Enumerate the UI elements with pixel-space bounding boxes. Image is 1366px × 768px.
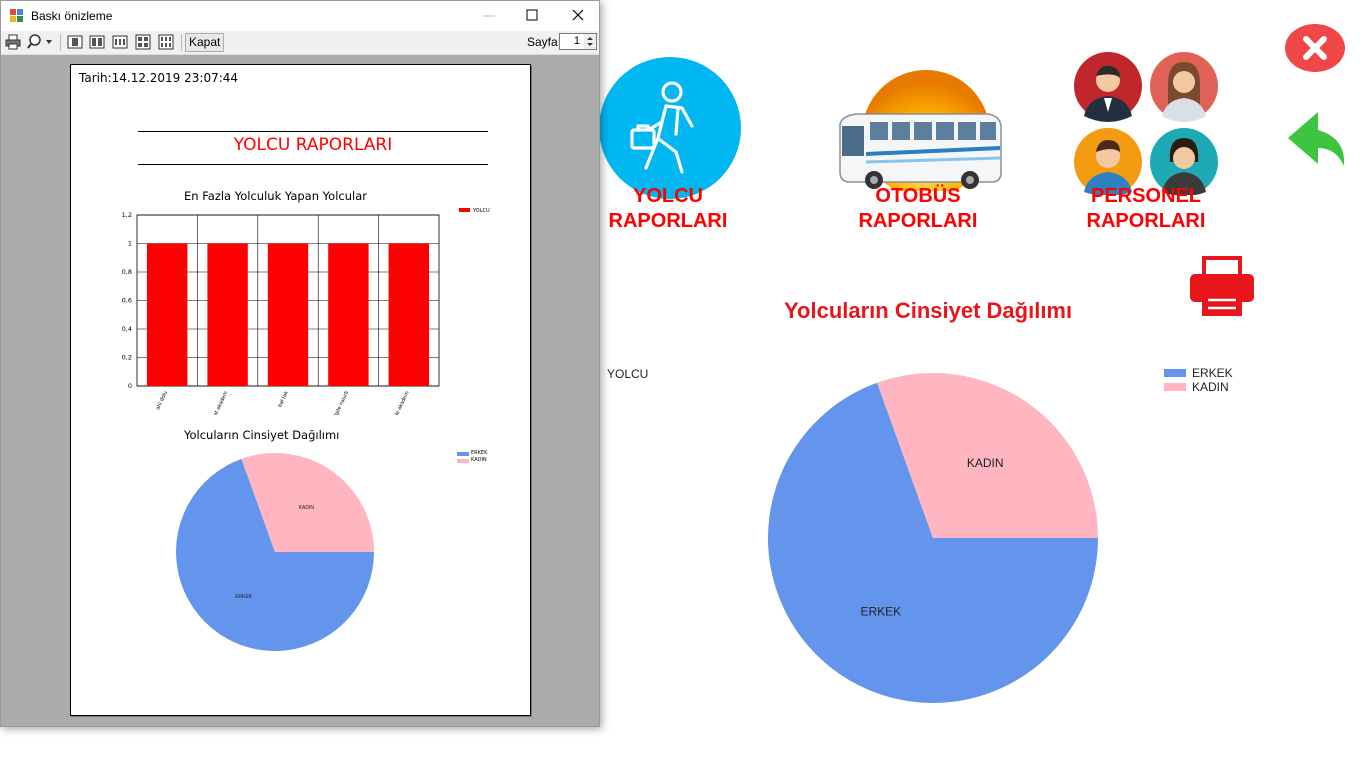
maximize-button[interactable]: [512, 1, 552, 31]
nav-passenger-label: YOLCU RAPORLARI: [596, 184, 740, 234]
bar-x-tick-label: serkle akadem: [390, 390, 411, 415]
close-preview-button[interactable]: Kapat: [185, 33, 225, 52]
report-pie-chart: ERKEK KADIN: [176, 453, 374, 651]
legend-kadin-swatch: [1164, 383, 1186, 391]
bar-x-tick-label: ahi dolu: [155, 390, 169, 411]
bar-y-tick-label: 1: [128, 240, 132, 248]
nav-passenger-label-line2: RAPORLARI: [608, 210, 728, 232]
nav-bus-reports[interactable]: OTOBÜS RAPORLARI: [836, 66, 1006, 236]
bar-y-tick-label: 0,2: [122, 354, 132, 362]
report-legend-erkek-label: ERKEK: [471, 450, 488, 456]
bar-x-tick-label: murhat akadem: [207, 390, 229, 415]
bar-y-tick-label: 1,2: [122, 211, 132, 219]
main-pie-label-erkek: ERKEK: [860, 604, 901, 618]
report-legend-kadin-swatch: [457, 459, 469, 463]
nav-passenger-label-line1: YOLCU: [633, 185, 703, 207]
back-arrow-icon: [1288, 112, 1345, 166]
printer-icon: [1190, 256, 1254, 316]
passenger-icon: [599, 57, 741, 199]
report-header: YOLCU RAPORLARI: [233, 135, 393, 155]
report-pie-label-erkek: ERKEK: [235, 594, 253, 600]
partial-legend-label: YOLCU: [607, 367, 649, 381]
app-window-icon: [10, 9, 23, 22]
nav-staff-label: PERSONEL RAPORLARI: [1070, 184, 1222, 234]
nav-bus-label-line1: OTOBÜS: [875, 185, 961, 207]
print-button[interactable]: [1188, 256, 1256, 318]
report-header-line-bottom: [138, 164, 488, 165]
app-back-button[interactable]: [1284, 108, 1350, 176]
six-pages-icon[interactable]: [158, 34, 174, 50]
minimize-icon: [483, 15, 495, 17]
bar-3: [267, 243, 309, 386]
toolbar-separator-2: [181, 34, 182, 51]
bar-y-tick-label: 0,8: [122, 268, 132, 276]
minimize-button[interactable]: [469, 1, 509, 31]
bar-1: [147, 243, 188, 386]
page-stepper-icon[interactable]: [584, 34, 596, 49]
partial-chart-legend: YOLCU: [597, 367, 657, 383]
print-preview-window: Baskı önizleme Kapat Sayfa 1 Tarih:14.12…: [0, 0, 600, 727]
window-close-icon: [572, 9, 584, 21]
bar-x-tick-label: polgile nasırli: [331, 390, 351, 415]
main-pie-label-kadin: KADIN: [967, 456, 1004, 470]
legend-erkek-label: ERKEK: [1192, 366, 1233, 380]
page-number-input[interactable]: 1: [559, 33, 597, 50]
app-close-button[interactable]: [1284, 24, 1346, 74]
bar-y-tick-label: 0,6: [122, 297, 132, 305]
close-icon: [1285, 24, 1345, 72]
report-legend-erkek-swatch: [457, 452, 469, 456]
report-header-line-top: [138, 131, 488, 132]
report-pie-legend: ERKEK KADIN: [457, 450, 517, 467]
four-pages-icon[interactable]: [135, 34, 151, 50]
window-close-button[interactable]: [557, 1, 599, 31]
page-label: Sayfa: [527, 35, 558, 49]
report-date: Tarih:14.12.2019 23:07:44: [79, 71, 239, 85]
nav-bus-label: OTOBÜS RAPORLARI: [836, 184, 1000, 234]
bar-chart-title: En Fazla Yolculuk Yapan Yolcular: [184, 189, 367, 203]
three-pages-icon[interactable]: [112, 34, 128, 50]
main-pie-chart: ERKEK KADIN: [768, 373, 1098, 703]
preview-toolbar: Kapat Sayfa 1: [1, 31, 599, 55]
bar-4: [328, 243, 369, 386]
toolbar-separator: [60, 34, 61, 51]
print-icon[interactable]: [5, 34, 21, 50]
nav-bus-label-line2: RAPORLARI: [858, 210, 978, 232]
zoom-icon[interactable]: [27, 34, 53, 50]
one-page-icon[interactable]: [67, 34, 83, 50]
bar-chart: 1,2 1 0,8 0,6 0,4 0,2 0 ahi dolu murhat akadem ba…: [122, 208, 490, 415]
bar-5: [388, 243, 429, 386]
maximize-icon: [526, 9, 538, 21]
bar-2: [207, 243, 248, 386]
staff-icon: [1074, 52, 1218, 195]
nav-passenger-reports[interactable]: YOLCU RAPORLARI: [596, 56, 746, 236]
bar-y-tick-label: 0: [128, 382, 132, 390]
nav-staff-reports[interactable]: PERSONEL RAPORLARI: [1070, 50, 1230, 236]
bar-legend-label: YOLCU: [472, 208, 490, 214]
legend-kadin-label: KADIN: [1192, 380, 1229, 394]
two-pages-icon[interactable]: [89, 34, 105, 50]
bar-legend-swatch: [459, 208, 470, 212]
main-pie-legend: ERKEK KADIN: [1164, 366, 1264, 396]
bus-icon: [839, 70, 1002, 191]
pie-chart-title: Yolcuların Cinsiyet Dağılımı: [184, 428, 340, 442]
nav-staff-label-line1: PERSONEL: [1090, 185, 1202, 207]
legend-erkek-swatch: [1164, 369, 1186, 377]
report-pie-label-kadin: KADIN: [299, 505, 315, 511]
page-number-value: 1: [573, 35, 580, 47]
report-legend-kadin-label: KADIN: [471, 457, 487, 463]
report-page: Tarih:14.12.2019 23:07:44 YOLCU RAPORLAR…: [70, 64, 531, 716]
main-chart-title: Yolcuların Cinsiyet Dağılımı: [784, 298, 1073, 323]
window-titlebar: Baskı önizleme: [1, 1, 599, 31]
bar-y-tick-label: 0,4: [122, 325, 132, 333]
bar-x-tick-label: bal tak: [277, 390, 290, 408]
nav-staff-label-line2: RAPORLARI: [1086, 210, 1206, 232]
window-title: Baskı önizleme: [31, 9, 113, 23]
